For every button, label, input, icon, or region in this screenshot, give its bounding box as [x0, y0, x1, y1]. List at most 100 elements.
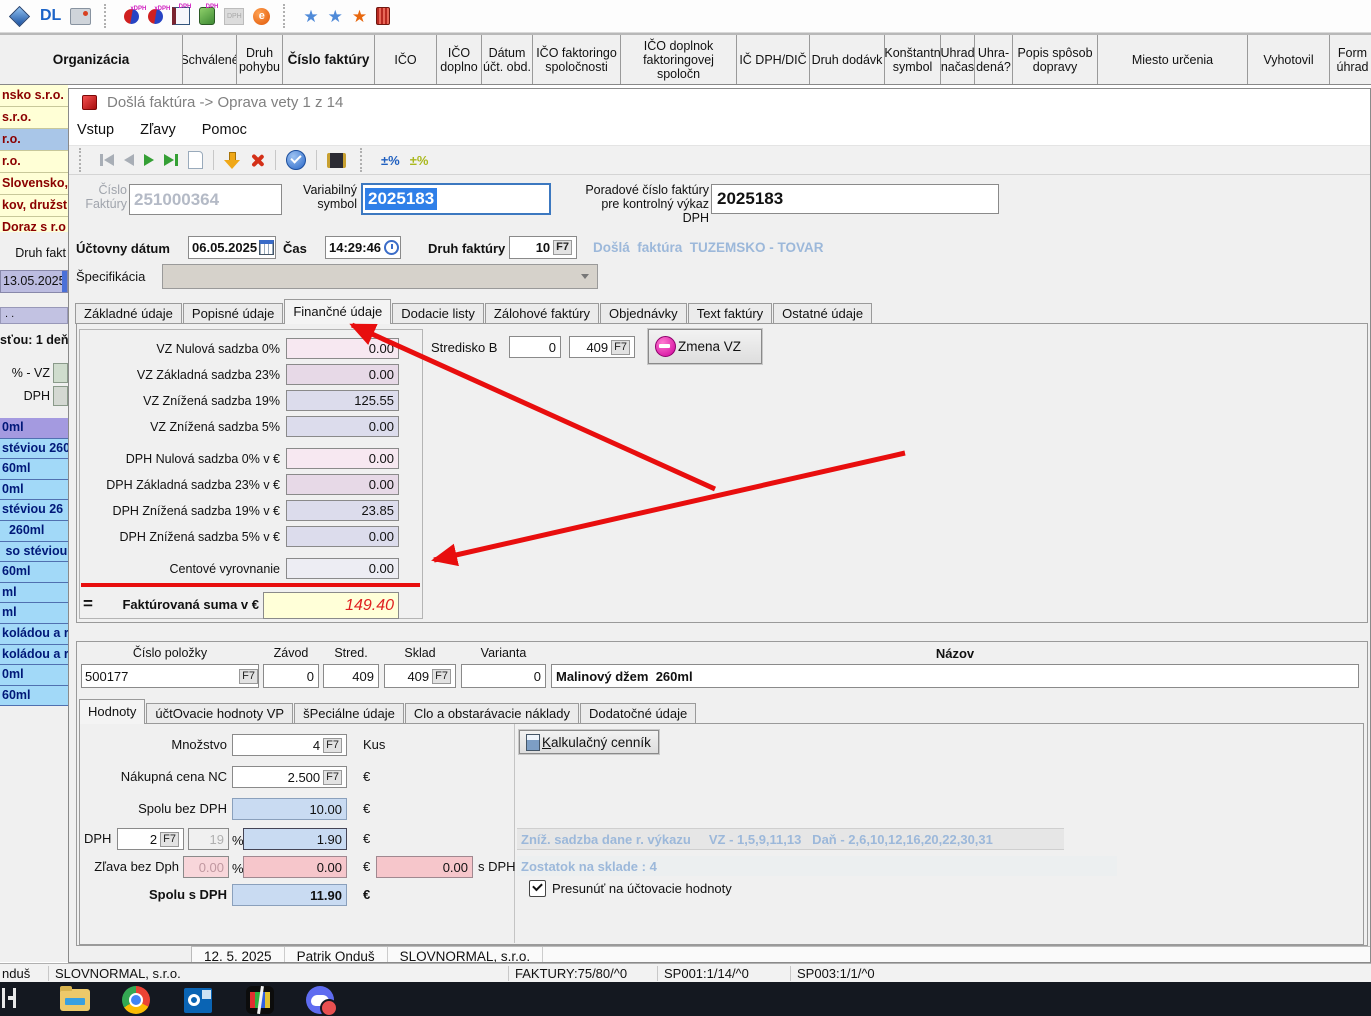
tab[interactable]: Dodacie listy — [392, 303, 484, 324]
list-item[interactable]: 0ml — [0, 480, 68, 501]
item-name-field[interactable]: Malinový džem 260ml — [551, 664, 1359, 688]
dl-logo[interactable]: DL — [40, 7, 61, 25]
stredisko-field-1[interactable]: 0 — [509, 336, 561, 358]
invoiced-total-field[interactable]: 149.40 — [263, 592, 399, 619]
tab[interactable]: Hodnoty — [79, 699, 145, 724]
new-record-icon[interactable] — [188, 151, 203, 169]
bg-empty-date-field[interactable]: . . — [0, 307, 68, 324]
tab[interactable]: Dodatočné údaje — [580, 703, 696, 724]
next-record-icon[interactable] — [144, 154, 154, 166]
org-row[interactable]: nsko s.r.o. — [0, 85, 68, 107]
calculation-pricelist-button[interactable]: Kalkulačný cenník — [519, 730, 659, 754]
xdph-icon-2[interactable] — [148, 9, 163, 24]
bg-date-field[interactable]: 13.05.2025 — [0, 270, 68, 293]
org-row[interactable]: r.o. — [0, 151, 68, 173]
finance-row-field[interactable]: 0.00 — [286, 474, 399, 495]
last-record-icon[interactable] — [164, 154, 178, 166]
grid-column-header[interactable]: IČO doplno — [437, 35, 482, 84]
org-row[interactable]: Doraz s r.o — [0, 217, 68, 232]
list-item[interactable]: 60ml — [0, 459, 68, 480]
grid-column-header[interactable]: IČO faktoringo spoločnosti — [533, 35, 621, 84]
tab[interactable]: Finančné údaje — [284, 299, 391, 324]
invoice-number-field[interactable]: 251000364 — [129, 184, 282, 215]
org-row[interactable]: kov, družst — [0, 195, 68, 217]
vat-code-field[interactable]: 2 F7 — [117, 828, 184, 850]
vat-amount-field[interactable]: 1.90 — [243, 828, 347, 850]
purchase-price-field[interactable]: 2.500 F7 — [232, 766, 347, 788]
item-number-field[interactable]: 500177 F7 — [81, 664, 259, 688]
prev-record-icon[interactable] — [124, 154, 134, 166]
finance-row-field[interactable]: 0.00 — [286, 558, 399, 579]
total-without-vat-field[interactable]: 10.00 — [232, 798, 347, 820]
tab[interactable]: účtOvacie hodnoty VP — [146, 703, 293, 724]
grid-column-header[interactable]: Uhrad načas — [941, 35, 975, 84]
discord-icon[interactable] — [306, 986, 334, 1014]
grid-column-header[interactable]: Schválené — [183, 35, 237, 84]
f7-badge[interactable]: F7 — [160, 832, 179, 847]
finance-row-field[interactable]: 0.00 — [286, 416, 399, 437]
invoice-type-field[interactable]: 10 F7 — [509, 236, 577, 259]
grid-column-header[interactable]: Vyhotovil — [1248, 35, 1330, 84]
grid-column-header[interactable]: Druh dodávk — [810, 35, 885, 84]
ok-icon[interactable] — [286, 150, 306, 170]
list-item[interactable]: stéviou 260 — [0, 439, 68, 460]
discount-amount-field[interactable]: 0.00 — [243, 856, 347, 878]
tab[interactable]: Zálohové faktúry — [485, 303, 599, 324]
grid-column-header[interactable]: Číslo faktúry — [283, 35, 375, 84]
stredisko-field-2[interactable]: 409 F7 — [569, 336, 635, 358]
dph-sequence-field[interactable]: 2025183 — [711, 184, 999, 214]
book-dph-icon[interactable] — [172, 7, 190, 25]
clip-dph-icon[interactable] — [199, 7, 215, 25]
dph-field[interactable] — [53, 386, 68, 406]
f7-badge[interactable]: F7 — [553, 240, 572, 255]
list-item[interactable]: ml — [0, 603, 68, 624]
tab[interactable]: Základné údaje — [75, 303, 182, 324]
varianta-field[interactable]: 0 — [461, 664, 546, 688]
zmena-vz-button[interactable]: Zmena VZ — [648, 329, 762, 364]
first-record-icon[interactable] — [100, 154, 114, 166]
tab[interactable]: Objednávky — [600, 303, 687, 324]
star-fire-icon[interactable]: ★ — [352, 8, 367, 25]
grid-column-header[interactable]: IČO doplnok faktoringovej spoločn — [621, 35, 737, 84]
app-diamond-icon[interactable] — [9, 5, 30, 26]
f7-badge[interactable]: F7 — [611, 340, 630, 355]
taskbar-app-icon[interactable] — [2, 988, 16, 1008]
file-explorer-icon[interactable] — [60, 989, 90, 1011]
grid-column-header[interactable]: IČO — [375, 35, 437, 84]
grid-column-header[interactable]: Miesto určenia — [1098, 35, 1248, 84]
f7-badge[interactable]: F7 — [239, 669, 258, 684]
chip-icon[interactable] — [327, 153, 346, 168]
clock-icon[interactable] — [384, 240, 399, 255]
menu-zlavy[interactable]: Zľavy — [140, 122, 176, 138]
list-item[interactable]: 0ml — [0, 665, 68, 686]
f7-badge[interactable]: F7 — [323, 738, 342, 753]
vz-field[interactable] — [53, 363, 68, 383]
grid-column-header[interactable]: Popis spôsob dopravy — [1013, 35, 1098, 84]
list-item[interactable]: 0ml — [0, 418, 68, 439]
list-item[interactable]: ml — [0, 583, 68, 604]
calendar-icon[interactable] — [259, 240, 274, 255]
star-blue-icon-2[interactable]: ★ — [328, 8, 343, 25]
f7-badge[interactable]: F7 — [323, 770, 342, 785]
tab[interactable]: Text faktúry — [688, 303, 772, 324]
insert-icon[interactable] — [224, 152, 240, 169]
finance-row-field[interactable]: 0.00 — [286, 526, 399, 547]
list-item[interactable]: 60ml — [0, 562, 68, 583]
checkbox-checked-icon[interactable] — [529, 880, 546, 897]
quantity-field[interactable]: 4 F7 — [232, 734, 347, 756]
variable-symbol-field[interactable]: 2025183 — [361, 183, 551, 215]
list-item[interactable]: 60ml — [0, 686, 68, 707]
chrome-icon[interactable] — [122, 986, 150, 1014]
finance-row-field[interactable]: 0.00 — [286, 338, 399, 359]
stred-field[interactable]: 409 — [323, 664, 379, 688]
color-app-icon[interactable] — [246, 986, 274, 1014]
finance-row-field[interactable]: 0.00 — [286, 448, 399, 469]
menu-pomoc[interactable]: Pomoc — [202, 122, 247, 138]
list-item[interactable]: stéviou 26 — [0, 500, 68, 521]
sklad-field[interactable]: 409 F7 — [384, 664, 456, 688]
xdph-icon-1[interactable] — [124, 9, 139, 24]
outlook-icon[interactable] — [184, 988, 212, 1013]
list-item[interactable]: koládou a r — [0, 645, 68, 666]
org-row[interactable]: s.r.o. — [0, 107, 68, 129]
menu-vstup[interactable]: Vstup — [77, 122, 114, 138]
